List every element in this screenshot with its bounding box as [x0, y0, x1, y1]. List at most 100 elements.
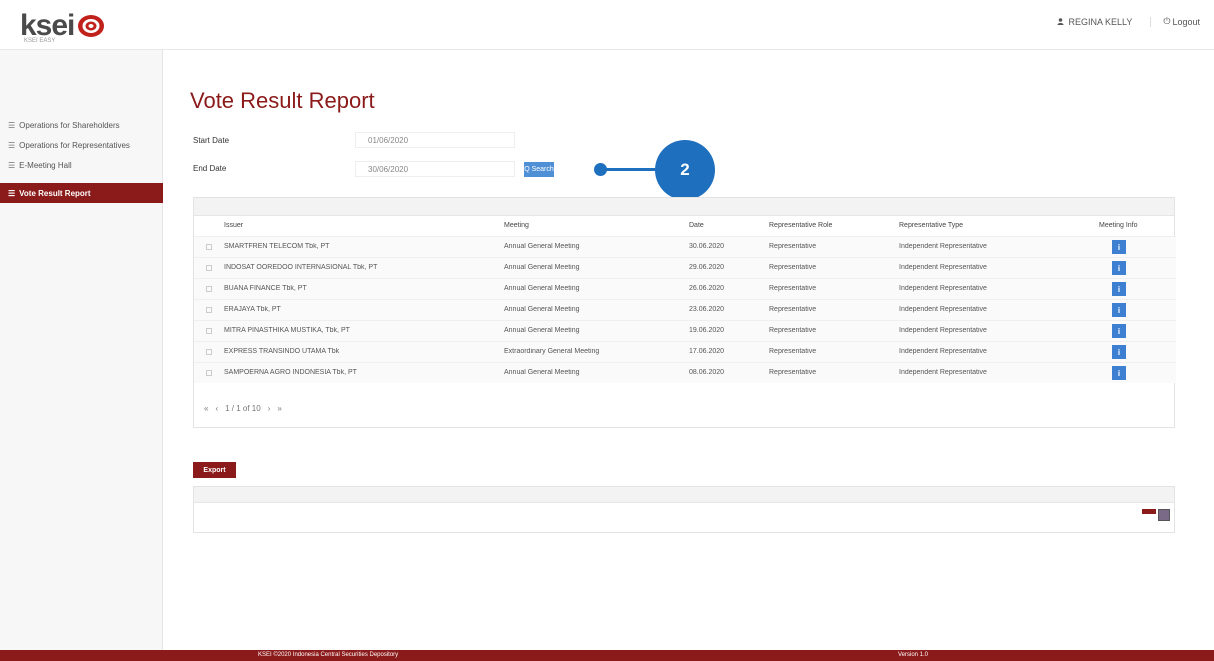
cell-representative-type: Independent Representative [899, 306, 987, 313]
cell-issuer: BUANA FINANCE Tbk, PT [224, 285, 307, 292]
list-icon: ☰ [8, 160, 16, 170]
callout-badge: 2 [655, 140, 715, 200]
export-button[interactable]: Export [193, 462, 236, 478]
sidebar-item-shareholders[interactable]: ☰ Operations for Shareholders [0, 115, 163, 135]
meeting-info-button[interactable]: i [1112, 282, 1126, 296]
sidebar-item-label: E-Meeting Hall [19, 160, 72, 170]
meeting-info-button[interactable]: i [1112, 324, 1126, 338]
table-row[interactable]: ERAJAYA Tbk, PT Annual General Meeting 23.… [194, 299, 1176, 320]
panel-header [194, 198, 1174, 216]
meeting-info-button[interactable]: i [1112, 261, 1126, 275]
cell-issuer: MITRA PINASTHIKA MUSTIKA, Tbk, PT [224, 327, 350, 334]
cell-representative-type: Independent Representative [899, 369, 987, 376]
logout-label: Logout [1172, 16, 1200, 27]
cell-representative-type: Independent Representative [899, 264, 987, 271]
sidebar-item-label: Vote Result Report [19, 188, 91, 198]
cell-representative-role: Representative [769, 348, 817, 355]
user-name: REGINA KELLY [1068, 16, 1133, 27]
table-row[interactable]: MITRA PINASTHIKA MUSTIKA, Tbk, PT Annual … [194, 320, 1176, 341]
cell-date: 08.06.2020 [689, 369, 725, 376]
end-date-label: End Date [193, 164, 227, 173]
cell-meeting: Annual General Meeting [504, 285, 580, 292]
row-checkbox[interactable] [206, 244, 212, 250]
table-row[interactable]: EXPRESS TRANSINDO UTAMA Tbk Extraordinary… [194, 341, 1176, 362]
logout-button[interactable]: ⏻ Logout [1151, 16, 1200, 27]
next-page-button[interactable]: › [268, 404, 271, 413]
footer-version: Version 1.0 [898, 652, 929, 658]
row-checkbox[interactable] [206, 328, 212, 334]
table-row[interactable]: INDOSAT OOREDOO INTERNASIONAL Tbk, PT Ann… [194, 257, 1176, 278]
list-icon: ☰ [8, 120, 16, 130]
cell-representative-role: Representative [769, 306, 817, 313]
last-page-button[interactable]: » [277, 404, 281, 413]
footer: KSEI ©2020 Indonesia Central Securities … [0, 650, 1214, 661]
start-date-input[interactable] [355, 132, 515, 148]
end-date-input[interactable] [355, 161, 515, 177]
list-icon: ☰ [8, 140, 16, 150]
sidebar-item-vote-result-report[interactable]: ☰ Vote Result Report [0, 183, 163, 203]
row-checkbox[interactable] [206, 265, 212, 271]
cell-date: 30.06.2020 [689, 243, 725, 250]
cell-representative-role: Representative [769, 369, 817, 376]
cell-meeting: Annual General Meeting [504, 327, 580, 334]
cell-meeting: Annual General Meeting [504, 369, 580, 376]
logo-subtitle: KSEI EASY [24, 38, 56, 44]
row-checkbox[interactable] [206, 370, 212, 376]
row-checkbox[interactable] [206, 349, 212, 355]
meeting-info-button[interactable]: i [1112, 345, 1126, 359]
table-row[interactable]: BUANA FINANCE Tbk, PT Annual General Meet… [194, 278, 1176, 299]
sidebar-item-label: Operations for Representatives [19, 140, 130, 150]
cell-representative-type: Independent Representative [899, 348, 987, 355]
power-icon: ⏻ [1163, 16, 1171, 26]
header-issuer[interactable]: Issuer [224, 222, 243, 229]
cell-date: 19.06.2020 [689, 327, 725, 334]
cell-representative-role: Representative [769, 243, 817, 250]
cell-date: 29.06.2020 [689, 264, 725, 271]
cell-representative-type: Independent Representative [899, 285, 987, 292]
table-row[interactable]: SAMPOERNA AGRO INDONESIA Tbk, PT Annual G… [194, 362, 1176, 383]
prev-page-button[interactable]: ‹ [215, 404, 218, 413]
pagination: « ‹ 1 / 1 of 10 › » [204, 404, 282, 413]
cell-representative-role: Representative [769, 327, 817, 334]
row-checkbox[interactable] [206, 286, 212, 292]
footer-copyright: KSEI ©2020 Indonesia Central Securities … [258, 652, 399, 658]
list-icon: ☰ [8, 188, 16, 198]
table-row[interactable]: SMARTFREN TELECOM Tbk, PT Annual General … [194, 236, 1176, 257]
header-representative-type[interactable]: Representative Type [899, 222, 963, 229]
logo-mark-icon [78, 15, 105, 37]
cell-representative-role: Representative [769, 285, 817, 292]
header-meeting[interactable]: Meeting [504, 222, 529, 229]
page-indicator: 1 / 1 of 10 [225, 404, 261, 413]
meeting-info-button[interactable]: i [1112, 303, 1126, 317]
top-right-controls: REGINA KELLY ⏻ Logout [1057, 16, 1200, 27]
table-header: Issuer Meeting Date Representative Role … [194, 222, 1176, 234]
panel-header [194, 487, 1174, 503]
minimize-icon[interactable] [1142, 509, 1156, 514]
export-panel [193, 486, 1175, 533]
meeting-info-button[interactable]: i [1112, 240, 1126, 254]
sidebar-item-emeeting-hall[interactable]: ☰ E-Meeting Hall [0, 155, 163, 175]
cell-representative-role: Representative [769, 264, 817, 271]
meeting-info-button[interactable]: i [1112, 366, 1126, 380]
cell-representative-type: Independent Representative [899, 327, 987, 334]
cell-issuer: EXPRESS TRANSINDO UTAMA Tbk [224, 348, 340, 355]
header-date[interactable]: Date [689, 222, 704, 229]
cell-date: 26.06.2020 [689, 285, 725, 292]
user-menu[interactable]: REGINA KELLY [1057, 16, 1152, 27]
cell-issuer: SMARTFREN TELECOM Tbk, PT [224, 243, 330, 250]
callout-line [605, 168, 657, 171]
cell-issuer: ERAJAYA Tbk, PT [224, 306, 281, 313]
user-icon [1057, 18, 1065, 25]
search-button[interactable]: Q Search [524, 162, 554, 177]
cell-meeting: Annual General Meeting [504, 264, 580, 271]
sidebar-item-representatives[interactable]: ☰ Operations for Representatives [0, 135, 163, 155]
row-checkbox[interactable] [206, 307, 212, 313]
start-date-label: Start Date [193, 136, 230, 145]
header-meeting-info[interactable]: Meeting Info [1099, 222, 1138, 229]
top-bar: ksei KSEI EASY REGINA KELLY ⏻ Logout [0, 0, 1214, 50]
header-representative-role[interactable]: Representative Role [769, 222, 832, 229]
first-page-button[interactable]: « [204, 404, 208, 413]
calendar-icon[interactable] [1158, 509, 1170, 521]
cell-issuer: SAMPOERNA AGRO INDONESIA Tbk, PT [224, 369, 357, 376]
cell-meeting: Annual General Meeting [504, 243, 580, 250]
